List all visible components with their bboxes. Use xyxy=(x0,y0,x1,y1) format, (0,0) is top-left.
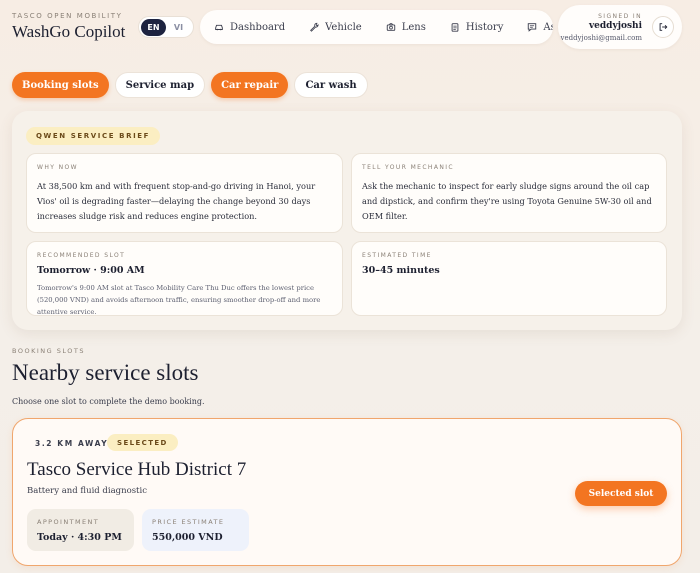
lang-vi-button[interactable]: VI xyxy=(166,19,191,36)
tab-service-map[interactable]: Service map xyxy=(114,72,206,98)
nav-assist-label: Assist xyxy=(543,21,553,33)
wrench-icon xyxy=(310,22,319,32)
recommended-slot-time: Tomorrow · 9:00 AM xyxy=(37,265,145,276)
view-tabs: Booking slots Service map Car repair Car… xyxy=(12,72,374,98)
tab-car-wash[interactable]: Car wash xyxy=(294,72,368,98)
recommended-slot-text: Tomorrow's 9:00 AM slot at Tasco Mobilit… xyxy=(37,284,321,316)
mechanic-eyebrow: TELL YOUR MECHANIC xyxy=(362,164,454,171)
mechanic-text: Ask the mechanic to inspect for early sl… xyxy=(362,181,652,221)
account-email: veddyjoshi@gmail.com xyxy=(560,34,642,42)
why-now-card: WHY NOW At 38,500 km and with frequent s… xyxy=(26,153,343,233)
nav-lens[interactable]: Lens xyxy=(386,22,426,33)
service-brief-badge: QWEN SERVICE BRIEF xyxy=(26,127,161,145)
page-title: Nearby service slots xyxy=(12,360,199,385)
selected-slot-button[interactable]: Selected slot xyxy=(575,481,667,506)
camera-icon xyxy=(386,23,395,31)
nav-dashboard-label: Dashboard xyxy=(230,21,286,33)
nav-lens-label: Lens xyxy=(401,21,426,33)
tab-car-repair[interactable]: Car repair xyxy=(211,72,289,98)
recommended-slot-card: RECOMMENDED SLOT Tomorrow · 9:00 AM Tomo… xyxy=(26,241,343,316)
slot-distance: 3.2 KM AWAY xyxy=(35,439,109,448)
nav-dashboard[interactable]: Dashboard xyxy=(214,22,285,33)
price-box: PRICE ESTIMATE 550,000 VND xyxy=(142,509,249,551)
estimated-time-card: ESTIMATED TIME 30–45 minutes xyxy=(351,241,667,316)
appointment-eyebrow: APPOINTMENT xyxy=(37,518,100,526)
nav-history[interactable]: History xyxy=(450,21,504,33)
estimated-time-value: 30–45 minutes xyxy=(362,265,440,276)
logout-icon xyxy=(659,23,668,31)
appointment-box: APPOINTMENT Today · 4:30 PM xyxy=(27,509,134,551)
lang-en-button[interactable]: EN xyxy=(141,18,166,36)
why-now-text: At 38,500 km and with frequent stop-and-… xyxy=(37,181,316,221)
recommended-slot-eyebrow: RECOMMENDED SLOT xyxy=(37,252,126,259)
service-slot-card[interactable]: 3.2 KM AWAY SELECTED Tasco Service Hub D… xyxy=(12,418,682,566)
estimated-time-eyebrow: ESTIMATED TIME xyxy=(362,252,432,259)
chat-icon xyxy=(528,23,537,32)
logout-button[interactable] xyxy=(652,16,674,38)
price-eyebrow: PRICE ESTIMATE xyxy=(152,518,225,526)
tab-booking-slots[interactable]: Booking slots xyxy=(12,72,109,98)
price-value: 550,000 VND xyxy=(152,532,223,543)
clipboard-icon xyxy=(451,23,459,32)
service-brief-panel: QWEN SERVICE BRIEF WHY NOW At 38,500 km … xyxy=(12,111,682,330)
appointment-value: Today · 4:30 PM xyxy=(37,532,122,543)
section-eyebrow: BOOKING SLOTS xyxy=(12,347,85,355)
selected-badge: SELECTED xyxy=(107,434,178,451)
slot-title: Tasco Service Hub District 7 xyxy=(27,459,247,480)
nav-vehicle-label: Vehicle xyxy=(325,21,362,33)
slot-subtitle: Battery and fluid diagnostic xyxy=(27,486,147,496)
language-toggle: EN VI xyxy=(138,16,194,38)
account-name: veddyjoshi xyxy=(588,21,642,31)
nav-assist[interactable]: Assist xyxy=(527,22,553,33)
signed-in-label: SIGNED IN xyxy=(598,13,642,20)
brand-eyebrow: TASCO OPEN MOBILITY xyxy=(12,12,123,20)
nav-vehicle[interactable]: Vehicle xyxy=(309,22,362,33)
why-now-eyebrow: WHY NOW xyxy=(37,164,78,171)
brand: TASCO OPEN MOBILITY WashGo Copilot xyxy=(12,12,125,42)
account-panel: SIGNED IN veddyjoshi veddyjoshi@gmail.co… xyxy=(558,5,682,49)
top-header: TASCO OPEN MOBILITY WashGo Copilot EN VI… xyxy=(0,0,700,56)
nav-history-label: History xyxy=(465,21,504,33)
brand-title[interactable]: WashGo Copilot xyxy=(12,22,125,42)
section-subtitle: Choose one slot to complete the demo boo… xyxy=(12,397,205,406)
mechanic-card: TELL YOUR MECHANIC Ask the mechanic to i… xyxy=(351,153,667,233)
car-icon xyxy=(215,24,223,31)
main-nav: Dashboard Vehicle Lens History Assist xyxy=(200,10,553,44)
